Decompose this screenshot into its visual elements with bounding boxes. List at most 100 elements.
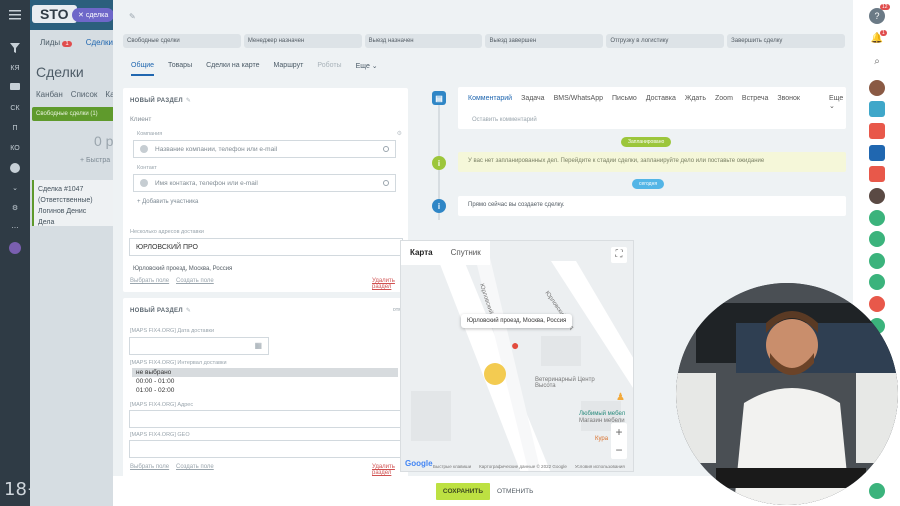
- geo-input[interactable]: [129, 440, 403, 458]
- stage-2[interactable]: Менеджер назначен: [243, 34, 362, 48]
- choose-field-link[interactable]: Выбрать поле: [130, 464, 169, 470]
- delivery-input[interactable]: ЮРЛОВСКИЙ ПРО: [129, 238, 403, 256]
- interval-option-1[interactable]: 00:00 - 01:00: [132, 377, 398, 386]
- settings-icon[interactable]: ⚙: [397, 130, 402, 137]
- rail-item-1[interactable]: КЯ: [0, 58, 30, 78]
- tab-more[interactable]: Еще ⌄: [356, 62, 378, 76]
- crown-icon[interactable]: [0, 238, 30, 258]
- user-icon-5[interactable]: [869, 296, 885, 312]
- create-field-link[interactable]: Создать поле: [176, 278, 214, 284]
- act-tab-task[interactable]: Задача: [521, 95, 545, 110]
- presenter-video: [676, 283, 898, 505]
- act-tab-delivery[interactable]: Доставка: [646, 95, 676, 110]
- tab-robots[interactable]: Роботы: [317, 62, 341, 76]
- deal-chip[interactable]: ✕ сделка: [72, 8, 115, 22]
- tab-leads[interactable]: Лиды 1: [40, 38, 72, 47]
- avatar[interactable]: [869, 80, 885, 96]
- interval-label: [MAPS FIX4.ORG] Интервал доставки: [130, 360, 227, 366]
- cancel-button[interactable]: ОТМЕНИТЬ: [497, 483, 533, 500]
- detail-tabs: Общие Товары Сделки на карте Маршрут Роб…: [131, 62, 378, 76]
- act-tab-email[interactable]: Письмо: [612, 95, 637, 110]
- calendar-icon[interactable]: ▦: [254, 341, 262, 350]
- bg-stage: Свободные сделки (1): [32, 107, 118, 121]
- bg-header: STO ✕ сделка: [30, 0, 120, 30]
- search-icon[interactable]: [383, 180, 389, 186]
- stage-5[interactable]: Отгрузку в логистику: [606, 34, 725, 48]
- rail-item-2[interactable]: СК: [0, 98, 30, 118]
- map-shortcuts[interactable]: Быстрые клавиши: [433, 464, 471, 469]
- date-input[interactable]: ▦: [129, 337, 269, 355]
- tab-products[interactable]: Товары: [168, 62, 192, 76]
- background-crm: STO ✕ сделка Лиды 1 Сделки Сделки Канбан…: [30, 0, 120, 506]
- tab-general[interactable]: Общие: [131, 62, 155, 76]
- stage-1[interactable]: Свободные сделки: [123, 34, 241, 48]
- interval-option-none[interactable]: не выбрано: [132, 368, 398, 377]
- act-tab-zoom[interactable]: Zoom: [715, 95, 733, 110]
- search-icon[interactable]: ⌕: [869, 56, 885, 72]
- map-terms[interactable]: Условия использования: [575, 464, 625, 469]
- chat-icon[interactable]: [0, 78, 30, 98]
- vet-label: Ветеринарный Центр Высота: [535, 377, 595, 389]
- tab-deals[interactable]: Сделки: [86, 38, 113, 47]
- tab-deals-map[interactable]: Сделки на карте: [206, 62, 259, 76]
- user-icon-3[interactable]: [869, 253, 885, 269]
- user-icon-1[interactable]: [869, 210, 885, 226]
- check-icon[interactable]: [0, 158, 30, 178]
- bg-quick[interactable]: + Быстра: [30, 149, 120, 164]
- act-tab-call[interactable]: Звонок: [777, 95, 800, 110]
- bg-deal-card[interactable]: Сделка #1047 (Ответственные) Логинов Ден…: [32, 180, 118, 226]
- view-kanban[interactable]: Канбан: [36, 90, 63, 99]
- contact-field[interactable]: Имя контакта, телефон или e-mail: [133, 174, 396, 192]
- filter-icon[interactable]: [0, 38, 30, 58]
- choose-field-link[interactable]: Выбрать поле: [130, 278, 169, 284]
- interval-option-2[interactable]: 01:00 - 02:00: [132, 386, 398, 395]
- act-tab-sms[interactable]: BMS/WhatsApp: [554, 95, 603, 110]
- add-participant-link[interactable]: + Добавить участника: [137, 199, 198, 205]
- map-popup[interactable]: Карта Спутник ⛶ Юрловский проезд, Москва…: [400, 240, 634, 472]
- phone-icon[interactable]: [869, 483, 885, 499]
- app-icon-red[interactable]: [869, 123, 885, 139]
- rail-item-4[interactable]: КО: [0, 138, 30, 158]
- map-tab-satellite[interactable]: Спутник: [442, 241, 490, 265]
- act-tab-comment[interactable]: Комментарий: [468, 95, 512, 110]
- save-button[interactable]: СОХРАНИТЬ: [436, 483, 490, 500]
- zoom-in-button[interactable]: +: [611, 423, 627, 441]
- company-field[interactable]: Название компании, телефон или e-mail: [133, 140, 396, 158]
- pencil-icon[interactable]: ✎: [129, 12, 136, 21]
- map-pin-icon[interactable]: ●: [511, 337, 519, 353]
- chat-app-icon[interactable]: [869, 101, 885, 117]
- info-icon: i: [432, 156, 446, 170]
- map-tab-map[interactable]: Карта: [401, 241, 442, 265]
- app-icon-red-2[interactable]: [869, 166, 885, 182]
- interval-select[interactable]: не выбрано 00:00 - 01:00 01:00 - 02:00: [132, 368, 398, 396]
- stage-6[interactable]: Завершить сделку: [727, 34, 845, 48]
- pencil-icon[interactable]: ✎: [186, 98, 191, 104]
- map-footer: Быстрые клавиши Картографические данные …: [433, 464, 625, 469]
- act-tab-more[interactable]: Еще ⌄: [829, 95, 843, 110]
- menu-icon[interactable]: [0, 0, 30, 30]
- avatar-2[interactable]: [869, 188, 885, 204]
- stage-4[interactable]: Выезд завершен: [485, 34, 604, 48]
- pegman-icon[interactable]: ♟: [616, 392, 625, 403]
- rail-item-3[interactable]: П: [0, 118, 30, 138]
- search-icon[interactable]: [383, 146, 389, 152]
- comment-input[interactable]: Оставить комментарий: [458, 115, 846, 125]
- gear-icon[interactable]: ⚙: [0, 198, 30, 218]
- pencil-icon[interactable]: ✎: [186, 308, 191, 314]
- zoom-out-button[interactable]: −: [611, 441, 627, 459]
- tab-route[interactable]: Маршрут: [274, 62, 304, 76]
- create-field-link[interactable]: Создать поле: [176, 464, 214, 470]
- dots-icon[interactable]: ⋯: [0, 218, 30, 238]
- app-icon-blue[interactable]: [869, 145, 885, 161]
- zoom-control: + −: [611, 423, 627, 459]
- address-input[interactable]: [129, 410, 403, 428]
- help-icon[interactable]: ?: [869, 8, 885, 24]
- view-list[interactable]: Список: [71, 90, 98, 99]
- act-tab-wait[interactable]: Ждать: [685, 95, 706, 110]
- more-icon[interactable]: ⌄: [0, 178, 30, 198]
- stage-3[interactable]: Выезд назначен: [364, 34, 483, 48]
- user-icon-2[interactable]: [869, 231, 885, 247]
- act-tab-meeting[interactable]: Встреча: [742, 95, 768, 110]
- user-icon-4[interactable]: [869, 274, 885, 290]
- fullscreen-icon[interactable]: ⛶: [611, 247, 627, 263]
